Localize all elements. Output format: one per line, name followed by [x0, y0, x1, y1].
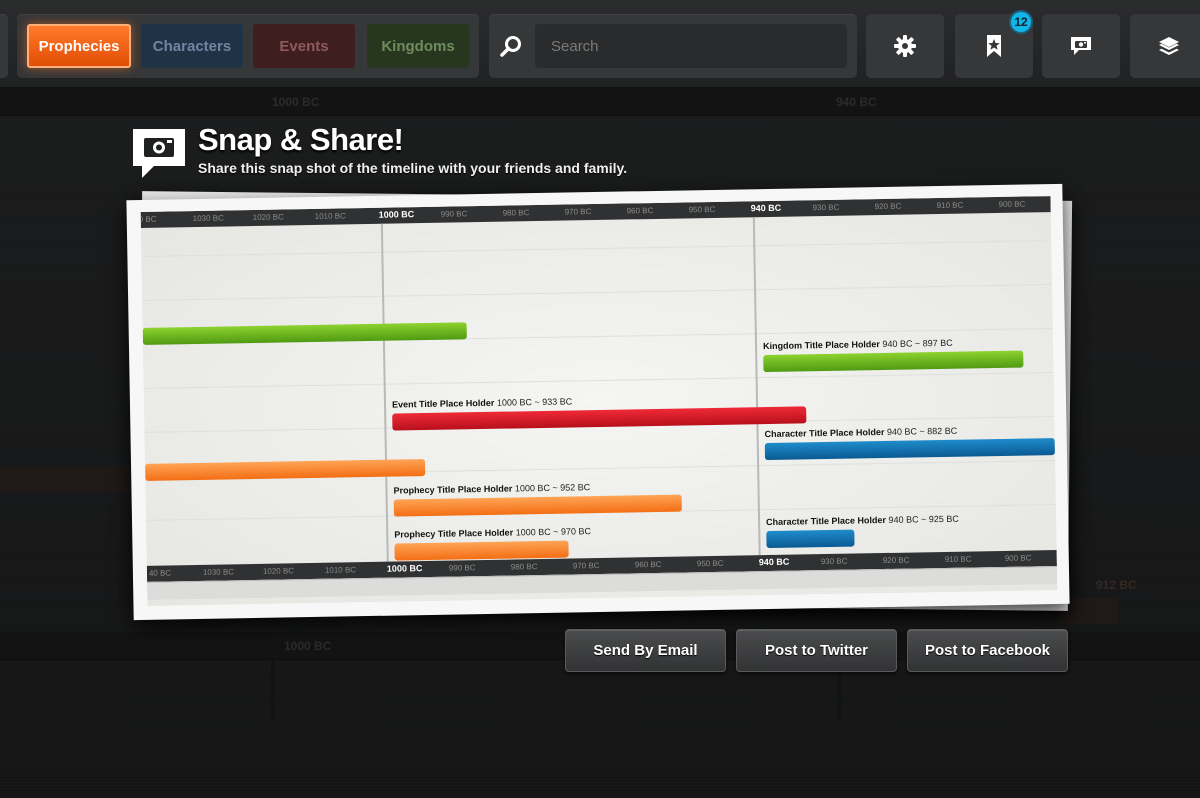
ruler-tick: 1010 BC [324, 565, 357, 575]
post-to-twitter-button[interactable]: Post to Twitter [736, 629, 897, 672]
era-divider-940bc [752, 217, 761, 556]
send-by-email-button[interactable]: Send By Email [565, 629, 726, 672]
era-divider-1000bc [380, 223, 389, 562]
page-subtitle: Share this snap shot of the timeline wit… [198, 160, 628, 176]
ruler-tick: 930 BC [812, 202, 840, 213]
ruler-tick: 1010 BC [314, 211, 346, 221]
top-bar: Prophecies Characters Events Kingdoms Se… [0, 0, 1200, 88]
timeline-bar-prophecy[interactable] [145, 459, 426, 481]
camera-chat-icon [133, 129, 185, 178]
timeline-item-label: Prophecy Title Place Holder 1000 BC ~ 95… [393, 482, 591, 496]
ruler-tick: 950 BC [688, 204, 716, 215]
search-input[interactable] [535, 24, 847, 68]
page-title: Snap & Share! [198, 122, 404, 157]
timeline-item-label: Character Title Place Holder 940 BC ~ 92… [766, 513, 959, 528]
ruler-tick: 0 BC [140, 214, 157, 224]
post-to-facebook-button[interactable]: Post to Facebook [907, 629, 1068, 672]
timeline-bar-event[interactable] [392, 406, 807, 431]
timeline-bar-character[interactable] [764, 438, 1055, 461]
ruler-tick: 970 BC [572, 560, 600, 571]
snap-share-button[interactable] [1042, 14, 1120, 78]
ruler-tick: 920 BC [874, 201, 902, 212]
ruler-tick: 1030 BC [202, 567, 235, 577]
ruler-tick: 1030 BC [192, 213, 224, 224]
ruler-tick: 40 BC [148, 568, 172, 578]
ruler-tick: 900 BC [1004, 553, 1032, 563]
tab-events[interactable]: Events [253, 24, 355, 68]
timeline-bar-prophecy[interactable] [394, 540, 569, 561]
category-tabs: Prophecies Characters Events Kingdoms [17, 14, 479, 78]
timeline-item-label: Character Title Place Holder 940 BC ~ 88… [764, 425, 958, 440]
ruler-tick: 930 BC [820, 556, 848, 567]
timeline-snapshot-photo: 0 BC 1030 BC 1020 BC 1010 BC 1000 BC 990… [126, 183, 1070, 621]
tab-prophecies[interactable]: Prophecies [27, 24, 131, 68]
timeline-bar-prophecy[interactable] [393, 494, 682, 517]
bookmark-count-badge: 12 [1009, 10, 1033, 34]
search-panel [489, 14, 857, 78]
bookmark-star-icon [987, 35, 1001, 57]
ruler-tick: 1020 BC [262, 566, 295, 576]
settings-button[interactable] [866, 14, 944, 78]
layers-button[interactable] [1130, 14, 1200, 78]
ruler-tick: 940 BC [758, 556, 790, 568]
timeline-bar-kingdom[interactable] [763, 350, 1024, 373]
ruler-tick: 1000 BC [378, 209, 415, 220]
ruler-tick: 1020 BC [252, 212, 284, 222]
tab-characters[interactable]: Characters [141, 24, 243, 68]
ruler-tick: 970 BC [564, 207, 592, 217]
timeline-bar-kingdom[interactable] [142, 322, 467, 345]
ruler-tick: 990 BC [448, 563, 476, 573]
ruler-tick: 910 BC [944, 554, 972, 564]
ruler-tick: 940 BC [750, 202, 782, 214]
ruler-tick: 980 BC [510, 562, 538, 572]
ruler-tick: 990 BC [440, 209, 468, 219]
timeline-item-label: Kingdom Title Place Holder 940 BC ~ 897 … [762, 337, 953, 352]
bookmarks-button[interactable]: 12 [955, 10, 1033, 78]
tab-kingdoms[interactable]: Kingdoms [367, 24, 469, 68]
ruler-tick: 980 BC [502, 208, 530, 218]
ruler-tick: 960 BC [634, 559, 662, 570]
ruler-tick: 910 BC [936, 200, 964, 211]
ruler-tick: 920 BC [882, 555, 910, 566]
snapshot-ruler-top: 0 BC 1030 BC 1020 BC 1010 BC 1000 BC 990… [140, 196, 1051, 228]
layers-icon [1159, 37, 1179, 55]
search-icon[interactable] [499, 34, 523, 58]
timeline-item-label: Prophecy Title Place Holder 1000 BC ~ 97… [394, 526, 592, 540]
ruler-tick: 900 BC [998, 199, 1026, 209]
ruler-tick: 960 BC [626, 206, 654, 216]
timeline-item-label: Event Title Place Holder 1000 BC ~ 933 B… [391, 396, 573, 410]
ruler-tick: 950 BC [696, 558, 724, 569]
camera-chat-icon [1071, 37, 1091, 55]
gear-icon [894, 35, 916, 57]
timeline-bar-character[interactable] [766, 529, 855, 549]
timeline-snapshot: 0 BC 1030 BC 1020 BC 1010 BC 1000 BC 990… [140, 196, 1058, 606]
ruler-tick: 1000 BC [386, 563, 423, 574]
left-edge-panel [0, 14, 8, 78]
